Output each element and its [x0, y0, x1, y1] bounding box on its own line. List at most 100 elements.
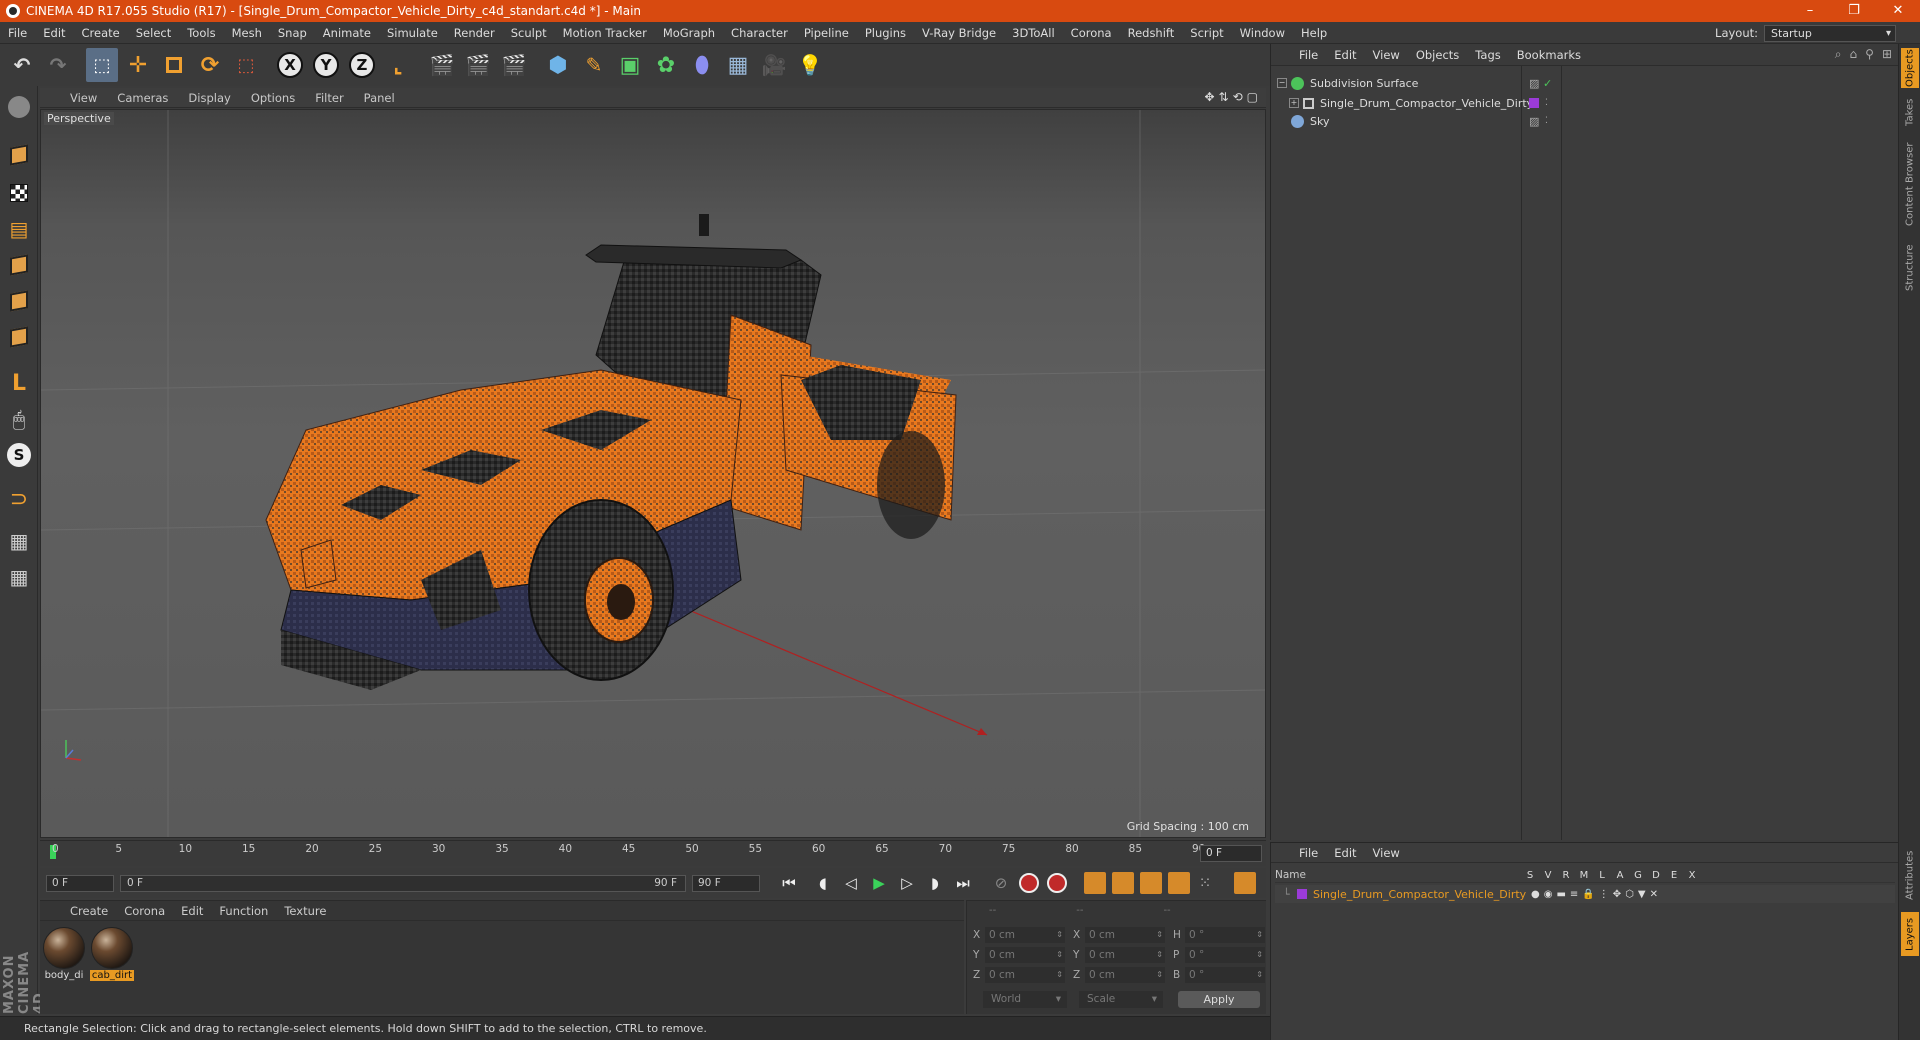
object-row-subdivision[interactable]: − Subdivision Surface ▨ ✓: [1277, 73, 1893, 93]
tab-takes[interactable]: Takes: [1901, 94, 1919, 130]
link-icon[interactable]: ⚲: [1865, 47, 1874, 62]
go-to-end-button[interactable]: ⏭: [950, 871, 976, 895]
redo-button[interactable]: ↷: [42, 48, 74, 82]
coordinate-system-button[interactable]: ⌞: [382, 48, 414, 82]
menu-render[interactable]: Render: [446, 22, 503, 44]
position-x-field[interactable]: 0 cm: [985, 927, 1065, 943]
undo-button[interactable]: ↶: [6, 48, 38, 82]
rotate-button[interactable]: ⟳: [194, 48, 226, 82]
viewport-menu-view[interactable]: View: [60, 91, 107, 105]
viewport-menu-display[interactable]: Display: [178, 91, 240, 105]
rotation-b-field[interactable]: 0 °: [1185, 967, 1265, 983]
add-array-button[interactable]: ✿: [650, 48, 682, 82]
workplane-mode-button[interactable]: ▤: [4, 214, 34, 244]
key-position-button[interactable]: [1080, 871, 1106, 895]
points-mode-button[interactable]: [4, 250, 34, 280]
menu-help[interactable]: Help: [1293, 22, 1335, 44]
key-rotation-button[interactable]: [1136, 871, 1162, 895]
menu-character[interactable]: Character: [723, 22, 796, 44]
scale-button[interactable]: [158, 48, 190, 82]
axis-mode-button[interactable]: L: [4, 368, 34, 398]
render-settings-button[interactable]: 🎬: [498, 48, 530, 82]
layout-dropdown[interactable]: Startup: [1764, 24, 1896, 42]
zoom-icon[interactable]: ⇅: [1219, 90, 1229, 104]
planar-workplane-button[interactable]: ▦: [4, 562, 34, 592]
layer-column-header[interactable]: V: [1539, 870, 1557, 881]
menu-3dtoall[interactable]: 3DToAll: [1004, 22, 1063, 44]
render-icon[interactable]: ▬: [1556, 889, 1565, 900]
perspective-viewport[interactable]: Perspective Grid Spacing: 100 cm: [40, 109, 1266, 838]
menu-edit[interactable]: Edit: [35, 22, 73, 44]
menu-tools[interactable]: Tools: [179, 22, 223, 44]
objects-menu-objects[interactable]: Objects: [1408, 48, 1467, 62]
layer-color-swatch[interactable]: [1297, 889, 1307, 899]
start-frame-field[interactable]: 0 F: [46, 874, 114, 892]
menu-pipeline[interactable]: Pipeline: [796, 22, 857, 44]
motion-record-button[interactable]: ⊘: [988, 871, 1014, 895]
current-frame-field[interactable]: 0 F: [1200, 845, 1262, 862]
objects-menu-tags[interactable]: Tags: [1467, 48, 1508, 62]
material-menu-edit[interactable]: Edit: [173, 904, 211, 918]
add-cube-button[interactable]: ⬢: [542, 48, 574, 82]
close-button[interactable]: ✕: [1876, 0, 1920, 22]
rotation-h-field[interactable]: 0 °: [1185, 927, 1265, 943]
add-nurbs-button[interactable]: ▣: [614, 48, 646, 82]
tab-layers[interactable]: Layers: [1901, 912, 1919, 956]
objects-menu-file[interactable]: File: [1291, 48, 1326, 62]
locked-workplane-button[interactable]: ▦: [4, 526, 34, 556]
size-z-field[interactable]: 0 cm: [1085, 967, 1165, 983]
menu-motion-tracker[interactable]: Motion Tracker: [555, 22, 655, 44]
menu-animate[interactable]: Animate: [315, 22, 379, 44]
objects-menu-view[interactable]: View: [1365, 48, 1408, 62]
go-to-start-button[interactable]: ⏮: [776, 871, 802, 895]
z-axis-button[interactable]: Z: [346, 48, 378, 82]
timeline-window-button[interactable]: [1230, 871, 1256, 895]
key-pla-button[interactable]: ⁙: [1192, 871, 1218, 895]
position-y-field[interactable]: 0 cm: [985, 947, 1065, 963]
expand-toggle-icon[interactable]: +: [1289, 98, 1299, 108]
snap-button[interactable]: S: [4, 440, 34, 470]
key-parameter-button[interactable]: [1164, 871, 1190, 895]
next-frame-button[interactable]: ▷: [894, 871, 920, 895]
material-menu-corona[interactable]: Corona: [116, 904, 173, 918]
model-mode-button[interactable]: [4, 140, 34, 170]
menu-window[interactable]: Window: [1232, 22, 1293, 44]
key-scale-button[interactable]: [1108, 871, 1134, 895]
manager-icon[interactable]: ≡: [1570, 889, 1578, 900]
layers-menu-edit[interactable]: Edit: [1326, 846, 1364, 860]
add-spline-button[interactable]: ✎: [578, 48, 610, 82]
menu-snap[interactable]: Snap: [270, 22, 315, 44]
material-menu-function[interactable]: Function: [211, 904, 276, 918]
tab-attributes[interactable]: Attributes: [1901, 844, 1919, 906]
search-icon[interactable]: ⌕: [1835, 47, 1842, 62]
record-active-button[interactable]: [1016, 871, 1042, 895]
polygons-mode-button[interactable]: [4, 322, 34, 352]
layer-tag-icon[interactable]: ▨: [1529, 115, 1539, 128]
layer-color-icon[interactable]: [1529, 98, 1539, 108]
previous-key-button[interactable]: ◖: [810, 871, 836, 895]
play-button[interactable]: ▶: [866, 871, 892, 895]
layer-column-header[interactable]: L: [1593, 870, 1611, 881]
move-button[interactable]: ✛: [122, 48, 154, 82]
size-mode-dropdown[interactable]: Scale: [1079, 991, 1163, 1008]
tab-structure[interactable]: Structure: [1901, 238, 1919, 298]
menu-file[interactable]: File: [0, 22, 35, 44]
magnet-button[interactable]: ⊃: [4, 484, 34, 514]
generators-icon[interactable]: ✥: [1613, 889, 1621, 900]
size-x-field[interactable]: 0 cm: [1085, 927, 1165, 943]
pan-icon[interactable]: ✥: [1204, 90, 1214, 104]
add-camera-button[interactable]: 🎥: [758, 48, 790, 82]
menu-mograph[interactable]: MoGraph: [655, 22, 723, 44]
minimize-button[interactable]: –: [1788, 0, 1832, 22]
orbit-icon[interactable]: ⟲: [1233, 90, 1243, 104]
layer-tag-icon[interactable]: ▨: [1529, 77, 1539, 90]
xref-icon[interactable]: ✕: [1650, 889, 1658, 900]
size-y-field[interactable]: 0 cm: [1085, 947, 1165, 963]
layer-column-header[interactable]: G: [1629, 870, 1647, 881]
position-z-field[interactable]: 0 cm: [985, 967, 1065, 983]
material-menu-create[interactable]: Create: [62, 904, 116, 918]
edges-mode-button[interactable]: [4, 286, 34, 316]
rotation-p-field[interactable]: 0 °: [1185, 947, 1265, 963]
layer-column-header[interactable]: A: [1611, 870, 1629, 881]
restore-button[interactable]: ❐: [1832, 0, 1876, 22]
